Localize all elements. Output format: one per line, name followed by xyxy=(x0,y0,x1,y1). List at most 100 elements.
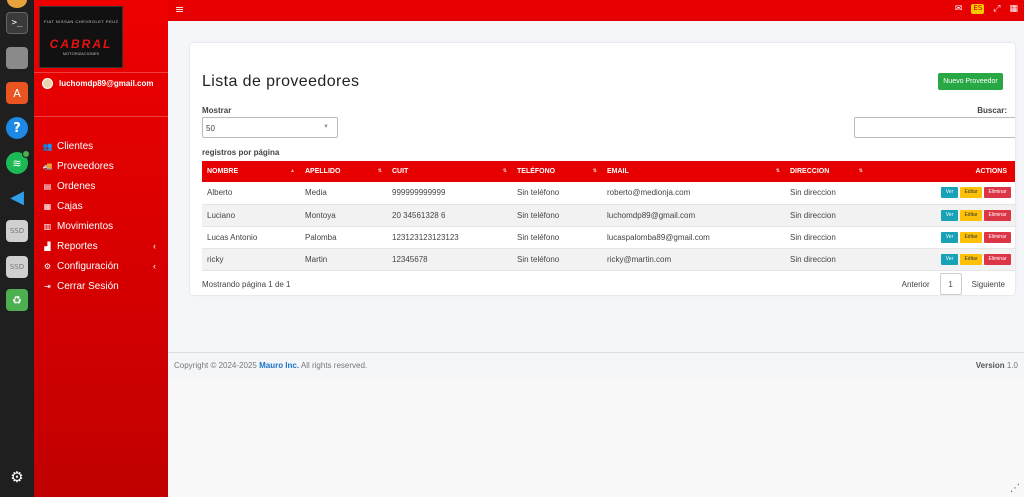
sidebar-item-label: Cajas xyxy=(57,200,83,212)
cell-actions: Ver Editar Eliminar xyxy=(868,204,1015,227)
copyright-text: Copyright © 2024-2025 xyxy=(174,361,257,370)
cell-nombre: Lucas Antonio xyxy=(202,226,300,249)
cell-cuit: 20 34561328 6 xyxy=(387,204,512,227)
divider xyxy=(34,116,168,117)
sort-icon: ⇅ xyxy=(592,168,597,174)
spotify-icon[interactable]: ≋ xyxy=(6,150,30,174)
brand-logo[interactable]: FIAT NISSAN CHEVROLET PEUGEOT MERCEDES C… xyxy=(39,6,123,68)
sort-asc-icon: ▲ xyxy=(290,168,295,174)
page-title: Lista de proveedores xyxy=(202,73,360,90)
chrome-app-icon[interactable] xyxy=(7,0,27,8)
content-wrapper: Lista de proveedores Nuevo Proveedor Mos… xyxy=(168,21,1024,497)
search-input[interactable] xyxy=(854,117,1015,138)
cell-telefono: Sin teléfono xyxy=(512,182,602,205)
sidebar-item-cerrar-sesion[interactable]: ⇥ Cerrar Sesión xyxy=(42,276,162,296)
fullscreen-icon[interactable]: ⤢ xyxy=(993,4,1000,14)
column-header-telefono[interactable]: TELÉFONO ⇅ xyxy=(512,161,602,182)
resize-handle-icon[interactable]: ⋰ xyxy=(1010,483,1020,494)
trash-icon[interactable]: ♻ xyxy=(6,289,28,311)
ledger-icon: ▥ xyxy=(43,221,52,231)
sidebar-item-configuracion[interactable]: ⚙ Configuración ‹ xyxy=(42,256,162,276)
edit-button[interactable]: Editar xyxy=(960,231,982,243)
cell-direccion: Sin direccion xyxy=(785,204,868,227)
logo-brands: FIAT NISSAN CHEVROLET PEUGEOT MERCEDES xyxy=(44,19,118,24)
terminal-icon[interactable]: >_ xyxy=(6,12,28,34)
delete-button[interactable]: Eliminar xyxy=(984,209,1011,221)
ssd-drive-icon[interactable]: SSD xyxy=(6,256,28,278)
cell-cuit: 123123123123123 xyxy=(387,226,512,249)
new-supplier-button[interactable]: Nuevo Proveedor xyxy=(938,73,1003,90)
app-store-icon[interactable]: A xyxy=(6,82,28,104)
column-header-cuit[interactable]: CUIT ⇅ xyxy=(387,161,512,182)
sidebar-item-ordenes[interactable]: ▤ Ordenes xyxy=(42,176,162,196)
sidebar-item-movimientos[interactable]: ▥ Movimientos xyxy=(42,216,162,236)
rights-text: All rights reserved. xyxy=(300,361,368,370)
document-icon: ▤ xyxy=(43,181,52,191)
pagination-next-button[interactable]: Siguiente xyxy=(962,280,1005,289)
divider xyxy=(34,72,168,73)
column-header-apellido[interactable]: APELLIDO ⇅ xyxy=(300,161,387,182)
ssd-drive-icon[interactable]: SSD xyxy=(6,220,28,242)
cell-telefono: Sin teléfono xyxy=(512,248,602,271)
view-button[interactable]: Ver xyxy=(941,231,958,243)
column-header-email[interactable]: EMAIL ⇅ xyxy=(602,161,785,182)
comments-icon[interactable]: ✉ xyxy=(955,4,963,14)
version-number: 1.0 xyxy=(1006,361,1018,370)
sidebar-item-cajas[interactable]: ▦ Cajas xyxy=(42,196,162,216)
user-panel[interactable]: luchomdp89@gmail.com xyxy=(42,78,153,89)
delete-button[interactable]: Eliminar xyxy=(984,231,1011,243)
table-row: ricky Martin 12345678 Sin teléfono ricky… xyxy=(202,248,1015,271)
edit-button[interactable]: Editar xyxy=(960,187,982,199)
sidebar-item-proveedores[interactable]: 🚚 Proveedores xyxy=(42,156,162,176)
column-header-direccion[interactable]: DIRECCION ⇅ xyxy=(785,161,868,182)
edit-button[interactable]: Editar xyxy=(960,209,982,221)
suppliers-table-wrapper: NOMBRE ▲ APELLIDO ⇅ CUIT ⇅ TELÉFONO ⇅ EMAIL ⇅… xyxy=(202,161,1015,271)
cell-actions: Ver Editar Eliminar xyxy=(868,182,1015,205)
sidebar-item-label: Configuración xyxy=(57,260,119,272)
language-flag-icon[interactable]: ES xyxy=(971,4,985,14)
company-link[interactable]: Mauro Inc. xyxy=(259,361,299,370)
grid-icon[interactable]: ▦ xyxy=(1009,4,1018,14)
column-header-nombre[interactable]: NOMBRE ▲ xyxy=(202,161,300,182)
sort-icon: ⇅ xyxy=(502,168,507,174)
suppliers-table: NOMBRE ▲ APELLIDO ⇅ CUIT ⇅ TELÉFONO ⇅ EMAIL ⇅… xyxy=(202,161,1015,271)
view-button[interactable]: Ver xyxy=(941,209,958,221)
cell-actions: Ver Editar Eliminar xyxy=(868,248,1015,271)
cell-apellido: Media xyxy=(300,182,387,205)
sort-icon: ⇅ xyxy=(775,168,780,174)
vscode-icon[interactable]: ◀ xyxy=(6,186,28,208)
cell-apellido: Palomba xyxy=(300,226,387,249)
table-row: Lucas Antonio Palomba 123123123123123 Si… xyxy=(202,226,1015,249)
navbar-right-icons: ✉ ES ⤢ ▦ xyxy=(955,4,1018,14)
edit-button[interactable]: Editar xyxy=(960,253,982,265)
version-label: Version xyxy=(975,361,1005,370)
sidebar-item-clientes[interactable]: 👥 Clientes xyxy=(42,136,162,156)
cell-telefono: Sin teléfono xyxy=(512,226,602,249)
sidebar-item-reportes[interactable]: ▟ Reportes ‹ xyxy=(42,236,162,256)
table-row: Luciano Montoya 20 34561328 6 Sin teléfo… xyxy=(202,204,1015,227)
cell-email: luchomdp89@gmail.com xyxy=(602,204,785,227)
pagination-page-1[interactable]: 1 xyxy=(939,273,962,295)
hamburger-menu-icon[interactable]: ≡ xyxy=(175,3,184,16)
user-email: luchomdp89@gmail.com xyxy=(59,79,154,88)
delete-button[interactable]: Eliminar xyxy=(984,187,1011,199)
sidebar: FIAT NISSAN CHEVROLET PEUGEOT MERCEDES C… xyxy=(34,0,168,497)
os-dock: >_ A ? ≋ ◀ SSD SSD ♻ ⚙ xyxy=(0,0,34,497)
logout-icon: ⇥ xyxy=(44,281,51,291)
entries-per-page-select[interactable]: 50 ▼ xyxy=(202,117,338,138)
delete-button[interactable]: Eliminar xyxy=(984,253,1011,265)
gear-icon: ⚙ xyxy=(43,261,52,271)
view-button[interactable]: Ver xyxy=(941,187,958,199)
table-header-row: NOMBRE ▲ APELLIDO ⇅ CUIT ⇅ TELÉFONO ⇅ EMAIL ⇅… xyxy=(202,161,1015,182)
show-apps-icon[interactable]: ⚙ xyxy=(6,466,28,488)
files-icon[interactable] xyxy=(6,47,28,69)
notification-badge xyxy=(22,150,30,158)
sidebar-item-label: Proveedores xyxy=(57,160,114,172)
cell-direccion: Sin direccion xyxy=(785,182,868,205)
sidebar-item-label: Clientes xyxy=(57,140,94,152)
pagination-prev-button[interactable]: Anterior xyxy=(892,280,940,289)
sidebar-menu: 👥 Clientes 🚚 Proveedores ▤ Ordenes ▦ Cajas ▥… xyxy=(42,136,162,296)
view-button[interactable]: Ver xyxy=(941,253,958,265)
sort-icon: ⇅ xyxy=(377,168,382,174)
help-icon[interactable]: ? xyxy=(6,117,28,139)
